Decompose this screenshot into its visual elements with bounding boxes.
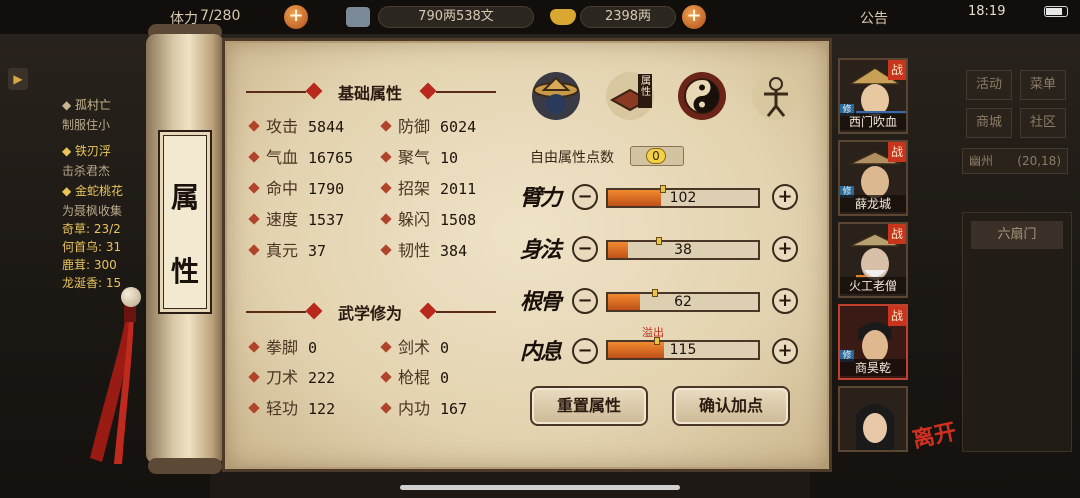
title-char: 性 bbox=[170, 255, 199, 288]
quest-line[interactable]: ◆ 金蛇桃花 bbox=[62, 182, 123, 199]
scroll-cap-bottom bbox=[148, 458, 222, 474]
add-gold-button[interactable]: + bbox=[682, 5, 706, 29]
bagua-icon[interactable] bbox=[676, 70, 728, 122]
quest-line[interactable]: 为聂枫收集 bbox=[62, 202, 122, 219]
battery-icon bbox=[1044, 6, 1068, 17]
stat-dodge: 躲闪 1508 bbox=[380, 206, 476, 230]
battle-badge: 战 bbox=[888, 142, 906, 162]
stat-fist: 拳脚 0 bbox=[248, 334, 317, 358]
hat-figure-icon[interactable] bbox=[530, 70, 582, 122]
page-title: 属 性 bbox=[158, 130, 212, 314]
quest-line[interactable]: 龙涎香: 15 bbox=[62, 274, 121, 291]
character-card[interactable] bbox=[838, 386, 908, 452]
character-name: 商昊乾 bbox=[840, 359, 906, 376]
stat-inner: 内功 167 bbox=[380, 395, 467, 419]
character-portrait bbox=[856, 404, 894, 450]
stat-lightness: 轻功 122 bbox=[248, 395, 335, 419]
decrease-constitution-button[interactable]: − bbox=[572, 288, 598, 314]
bar-value: 62 bbox=[674, 294, 692, 310]
bar-value: 38 bbox=[674, 242, 692, 258]
stat-attack: 攻击 5844 bbox=[248, 113, 344, 137]
quest-line[interactable]: ◆ 孤村亡 bbox=[62, 96, 111, 113]
overflow-label: 溢出 bbox=[642, 326, 664, 339]
quest-line[interactable]: 奇草: 23/2 bbox=[62, 220, 121, 237]
stat-accuracy: 命中 1790 bbox=[248, 175, 344, 199]
stat-toughness: 韧性 384 bbox=[380, 237, 467, 261]
increase-agility-button[interactable]: + bbox=[772, 236, 798, 262]
confirm-points-button[interactable]: 确认加点 bbox=[672, 386, 790, 426]
menu-button[interactable]: 菜单 bbox=[1020, 70, 1066, 100]
character-name: 西门吹血 bbox=[840, 113, 906, 130]
tab-label: 属性 bbox=[641, 76, 651, 98]
battle-badge: 战 bbox=[888, 224, 906, 244]
increase-constitution-button[interactable]: + bbox=[772, 288, 798, 314]
money-display: 790两538文 bbox=[378, 6, 534, 28]
status-time: 18:19 bbox=[968, 4, 1006, 19]
decrease-agility-button[interactable]: − bbox=[572, 236, 598, 262]
location-display: 幽州 (20,18) bbox=[962, 148, 1068, 174]
battle-badge: 战 bbox=[888, 306, 906, 326]
reset-attributes-button[interactable]: 重置属性 bbox=[530, 386, 648, 426]
character-card[interactable]: 战 修 薛龙城 bbox=[838, 140, 908, 216]
quest-line[interactable]: 何首乌: 31 bbox=[62, 238, 121, 255]
basic-attributes-heading: 基础属性 bbox=[246, 80, 496, 104]
battle-badge: 战 bbox=[888, 60, 906, 80]
coin-icon bbox=[346, 7, 370, 27]
notice-button[interactable]: 公告 bbox=[860, 8, 888, 28]
tassel-ornament bbox=[90, 298, 136, 464]
agility-bar: 38 bbox=[606, 237, 760, 260]
attribute-book-tab[interactable]: 属性 bbox=[604, 70, 656, 122]
stat-hp: 气血 16765 bbox=[248, 144, 353, 168]
character-name: 薛龙城 bbox=[840, 195, 906, 212]
stat-blade: 刀术 222 bbox=[248, 364, 335, 388]
stat-defense: 防御 6024 bbox=[380, 113, 476, 137]
gold-ingot-icon bbox=[550, 9, 576, 25]
attr-agility-label: 身法 bbox=[520, 237, 562, 263]
martial-figure-icon[interactable] bbox=[750, 70, 802, 122]
community-button[interactable]: 社区 bbox=[1020, 108, 1066, 138]
stat-qi: 聚气 10 bbox=[380, 144, 458, 168]
title-char: 属 bbox=[170, 181, 199, 214]
increase-inner-breath-button[interactable]: + bbox=[772, 338, 798, 364]
bar-value: 102 bbox=[669, 190, 697, 206]
increase-strength-button[interactable]: + bbox=[772, 184, 798, 210]
decrease-inner-breath-button[interactable]: − bbox=[572, 338, 598, 364]
shop-button[interactable]: 商城 bbox=[966, 108, 1012, 138]
quest-line[interactable]: 鹿茸: 300 bbox=[62, 256, 117, 273]
quest-line[interactable]: 击杀君杰 bbox=[62, 162, 110, 179]
stamina-value: 7/280 bbox=[200, 8, 241, 24]
free-points-value: 0 bbox=[646, 148, 666, 164]
character-card[interactable]: 战 修 西门吹血 bbox=[838, 58, 908, 134]
character-name: 火工老僧 bbox=[840, 277, 906, 294]
attr-constitution-label: 根骨 bbox=[520, 289, 562, 315]
attr-inner-breath-label: 内息 bbox=[520, 339, 562, 365]
strength-bar: 102 bbox=[606, 185, 760, 208]
side-panel: 六扇门 bbox=[962, 212, 1072, 452]
bar-value: 115 bbox=[669, 342, 697, 358]
decrease-strength-button[interactable]: − bbox=[572, 184, 598, 210]
character-card-selected[interactable]: 战 修 商昊乾 bbox=[838, 304, 908, 380]
martial-arts-heading: 武学修为 bbox=[246, 300, 496, 324]
stat-true-energy: 真元 37 bbox=[248, 237, 326, 261]
inner-breath-bar: 115 bbox=[606, 337, 760, 360]
constitution-bar: 62 bbox=[606, 289, 760, 312]
character-card[interactable]: 战 火工老僧 bbox=[838, 222, 908, 298]
quest-line[interactable]: 制服住小 bbox=[62, 116, 110, 133]
activity-button[interactable]: 活动 bbox=[966, 70, 1012, 100]
stat-speed: 速度 1537 bbox=[248, 206, 344, 230]
quest-line[interactable]: ◆ 铁刃浮 bbox=[62, 142, 111, 159]
add-stamina-button[interactable]: + bbox=[284, 5, 308, 29]
home-indicator bbox=[400, 485, 680, 490]
free-points-label: 自由属性点数 bbox=[530, 150, 614, 166]
stat-spear: 枪棍 0 bbox=[380, 364, 449, 388]
gold-display: 2398两 bbox=[580, 6, 676, 28]
attr-strength-label: 臂力 bbox=[520, 185, 562, 211]
location-name: 幽州 bbox=[969, 154, 994, 168]
gate-button[interactable]: 六扇门 bbox=[971, 221, 1063, 249]
jade-bead bbox=[121, 287, 141, 307]
stat-parry: 招架 2011 bbox=[380, 175, 476, 199]
location-coords: (20,18) bbox=[1017, 154, 1061, 168]
stat-sword: 剑术 0 bbox=[380, 334, 449, 358]
